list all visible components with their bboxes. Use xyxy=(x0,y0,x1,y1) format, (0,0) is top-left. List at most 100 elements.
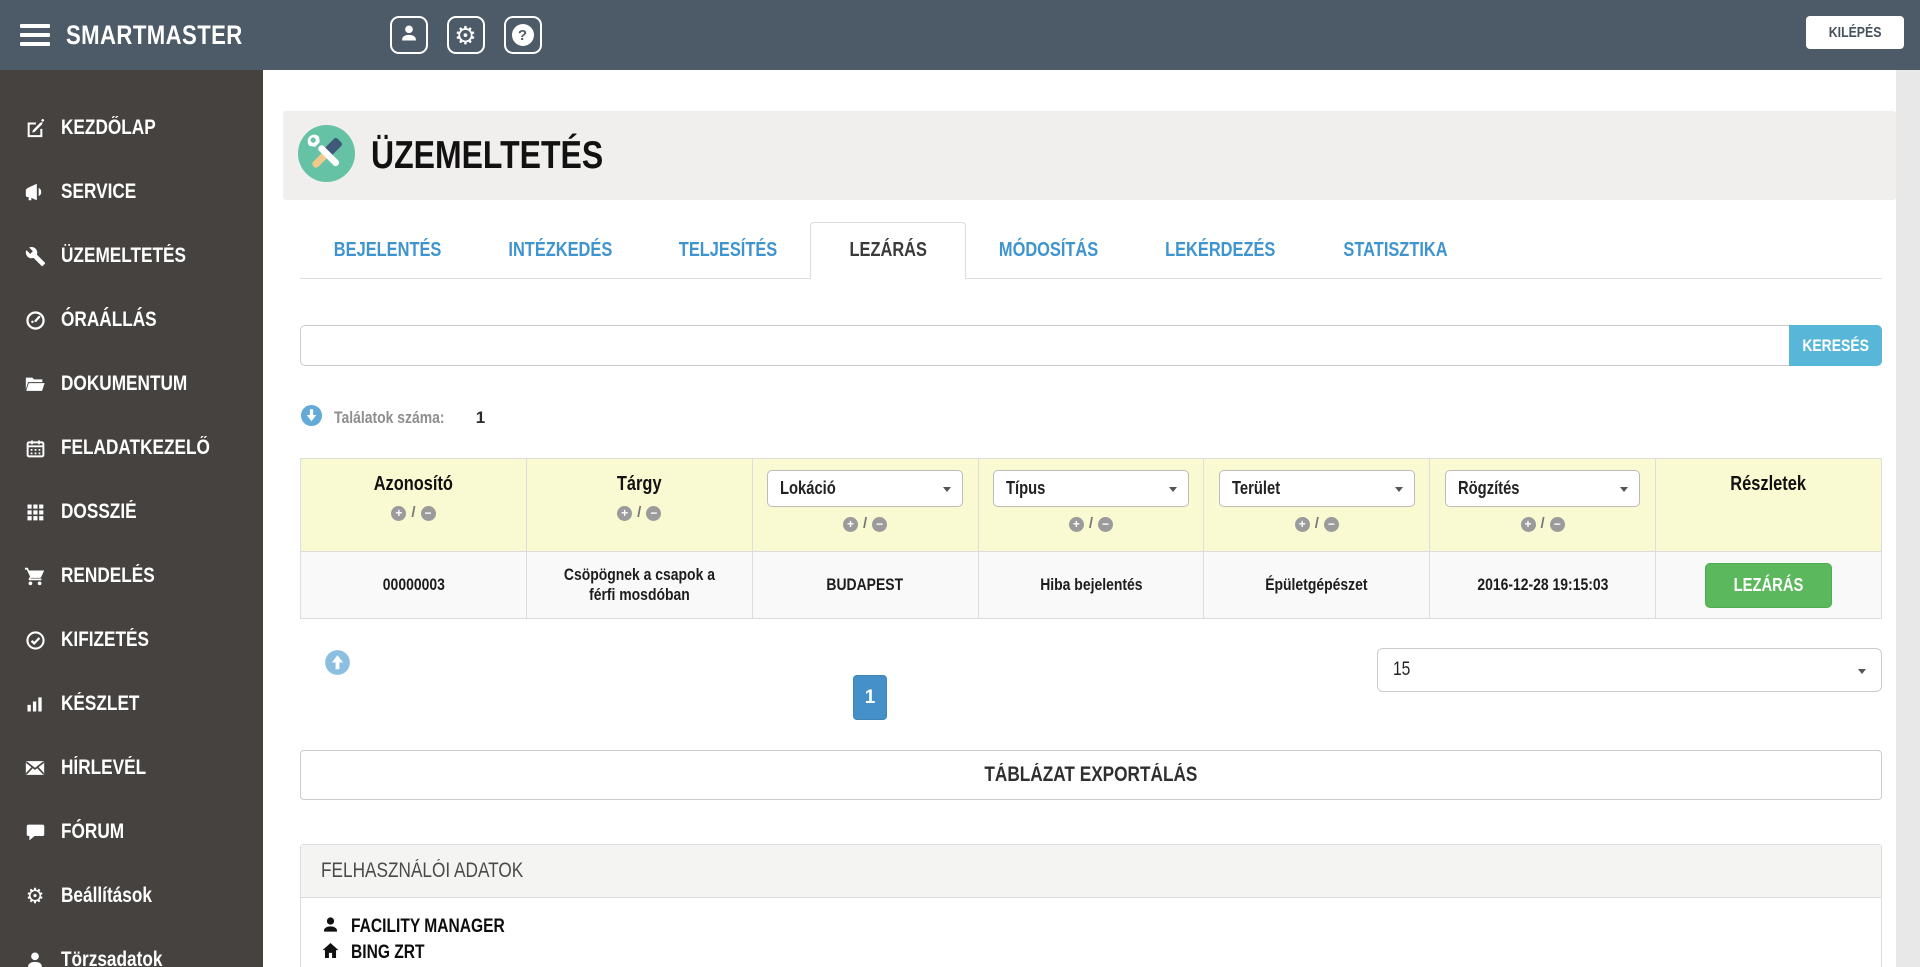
sidebar-item-torzsadatok[interactable]: Törzsadatok xyxy=(0,928,263,967)
sidebar-item-oraallas[interactable]: ÓRAÁLLÁS xyxy=(0,288,263,352)
user-name-line: FACILITY MANAGER xyxy=(321,914,1861,940)
megaphone-icon xyxy=(22,181,48,203)
tab-modositas[interactable]: MÓDOSÍTÁS xyxy=(966,223,1131,278)
profile-button[interactable] xyxy=(389,16,428,54)
cell-tipus: Hiba bejelentés xyxy=(977,551,1205,619)
filter-collapse-icon[interactable] xyxy=(1549,516,1565,532)
column-header-azonosito: Azonosító xyxy=(300,458,527,552)
filter-collapse-icon[interactable] xyxy=(1098,516,1114,532)
grid-icon xyxy=(22,502,48,522)
column-header-terulet: Terület xyxy=(1203,458,1431,552)
sidebar-item-forum[interactable]: FÓRUM xyxy=(0,800,263,864)
sidebar-item-keszlet[interactable]: KÉSZLET xyxy=(0,672,263,736)
results-count: 1 xyxy=(475,408,486,427)
sidebar-item-uzemeltetes[interactable]: ÜZEMELTETÉS xyxy=(0,224,263,288)
filter-collapse-icon[interactable] xyxy=(872,516,888,532)
home-icon xyxy=(321,941,340,965)
calendar-icon xyxy=(22,438,48,459)
circle-down-arrow-icon[interactable] xyxy=(300,404,323,432)
sidebar-item-hirlevel[interactable]: HÍRLEVÉL xyxy=(0,736,263,800)
user-icon xyxy=(22,950,48,967)
filter-collapse-icon[interactable] xyxy=(646,505,662,521)
cell-rogzites: 2016-12-28 19:15:03 xyxy=(1429,551,1657,619)
gear-icon: ⚙ xyxy=(25,883,45,908)
user-icon xyxy=(399,23,419,48)
filter-expand-icon[interactable] xyxy=(1520,516,1536,532)
search-bar: KERESÉS xyxy=(300,325,1882,366)
page-1-button[interactable]: 1 xyxy=(853,675,887,720)
tools-icon xyxy=(298,124,355,187)
app-brand: SMARTMASTER xyxy=(66,19,243,50)
search-input[interactable] xyxy=(300,325,1789,366)
search-button[interactable]: KERESÉS xyxy=(1789,325,1882,366)
gauge-icon xyxy=(22,310,48,331)
sidebar-item-kezdolap[interactable]: KEZDŐLAP xyxy=(0,96,263,160)
chevron-down-icon xyxy=(942,487,951,492)
sidebar-item-service[interactable]: SERVICE xyxy=(0,160,263,224)
sidebar-item-beallitasok[interactable]: ⚙ Beállítások xyxy=(0,864,263,928)
tab-bar: BEJELENTÉS INTÉZKEDÉS TELJESÍTÉS LEZÁRÁS… xyxy=(300,222,1882,279)
sidebar-item-feladatkezelo[interactable]: FELADATKEZELŐ xyxy=(0,416,263,480)
column-header-tipus: Típus xyxy=(977,458,1205,552)
wrench-icon xyxy=(22,246,48,267)
bar-chart-icon xyxy=(22,694,48,714)
cell-lokacio: BUDAPEST xyxy=(751,551,979,619)
cart-icon xyxy=(22,565,48,587)
column-header-rogzites: Rögzítés xyxy=(1429,458,1657,552)
export-table-button[interactable]: TÁBLÁZAT EXPORTÁLÁS xyxy=(300,750,1882,800)
lokacio-filter-select[interactable]: Lokáció xyxy=(767,470,963,507)
cell-azonosito: 00000003 xyxy=(300,551,527,619)
filter-collapse-icon[interactable] xyxy=(1323,516,1339,532)
filter-expand-icon[interactable] xyxy=(1294,516,1310,532)
filter-expand-icon[interactable] xyxy=(391,505,407,521)
folder-icon xyxy=(22,373,48,395)
tab-intezkedes[interactable]: INTÉZKEDÉS xyxy=(475,223,646,278)
settings-button[interactable]: ⚙ xyxy=(446,16,485,54)
tipus-filter-select[interactable]: Típus xyxy=(993,470,1189,507)
circle-up-arrow-icon[interactable] xyxy=(324,649,351,681)
topbar-icon-buttons: ⚙ ? xyxy=(389,16,542,54)
cell-terulet: Épületgépészet xyxy=(1203,551,1431,619)
sidebar-item-kifizetes[interactable]: KIFIZETÉS xyxy=(0,608,263,672)
results-count-row: Találatok száma: 1 xyxy=(300,404,1882,432)
results-table: Azonosító Tárgy Lokáció Típus xyxy=(300,458,1882,619)
cell-reszletek: LEZÁRÁS xyxy=(1655,551,1882,619)
tab-statisztika[interactable]: STATISZTIKA xyxy=(1310,223,1481,278)
table-row: 00000003 Csöpögnek a csapok a férfi mosd… xyxy=(300,551,1882,619)
pencil-icon xyxy=(22,117,48,139)
column-header-targy: Tárgy xyxy=(525,458,753,552)
pagination-row: 1 15 xyxy=(300,645,1882,723)
topbar: SMARTMASTER ⚙ ? KILÉPÉS xyxy=(0,0,1920,70)
envelope-icon xyxy=(22,757,48,779)
hamburger-menu-icon[interactable] xyxy=(20,24,50,46)
page-header: ÜZEMELTETÉS xyxy=(283,111,1896,200)
column-header-reszletek: Részletek xyxy=(1655,458,1882,552)
help-button[interactable]: ? xyxy=(503,16,542,54)
logout-button[interactable]: KILÉPÉS xyxy=(1805,16,1904,49)
sidebar-item-dosszie[interactable]: DOSSZIÉ xyxy=(0,480,263,544)
user-company-line: BING ZRT xyxy=(321,940,1861,966)
terulet-filter-select[interactable]: Terület xyxy=(1218,470,1415,507)
filter-expand-icon[interactable] xyxy=(1068,516,1084,532)
results-label: Találatok száma: xyxy=(334,408,445,427)
tab-lezaras[interactable]: LEZÁRÁS xyxy=(809,222,967,279)
filter-collapse-icon[interactable] xyxy=(420,505,436,521)
cell-targy: Csöpögnek a csapok a férfi mosdóban xyxy=(525,551,753,619)
tab-teljesites[interactable]: TELJESÍTÉS xyxy=(646,223,810,278)
chevron-down-icon xyxy=(1394,487,1403,492)
sidebar: KEZDŐLAP SERVICE ÜZEMELTETÉS ÓRAÁLLÁS DO… xyxy=(0,70,263,967)
tab-bejelentes[interactable]: BEJELENTÉS xyxy=(300,223,475,278)
sidebar-item-dokumentum[interactable]: DOKUMENTUM xyxy=(0,352,263,416)
column-header-lokacio: Lokáció xyxy=(751,458,979,552)
chevron-down-icon xyxy=(1620,487,1629,492)
user-icon xyxy=(321,915,340,939)
rogzites-filter-select[interactable]: Rögzítés xyxy=(1444,470,1641,507)
page-title: ÜZEMELTETÉS xyxy=(371,133,604,177)
filter-expand-icon[interactable] xyxy=(617,505,633,521)
close-ticket-button[interactable]: LEZÁRÁS xyxy=(1705,562,1833,608)
page-size-select[interactable]: 15 xyxy=(1377,648,1882,692)
filter-expand-icon[interactable] xyxy=(843,516,859,532)
sidebar-item-rendeles[interactable]: RENDELÉS xyxy=(0,544,263,608)
tab-lekerdezes[interactable]: LEKÉRDEZÉS xyxy=(1131,223,1309,278)
comment-icon xyxy=(22,822,48,843)
